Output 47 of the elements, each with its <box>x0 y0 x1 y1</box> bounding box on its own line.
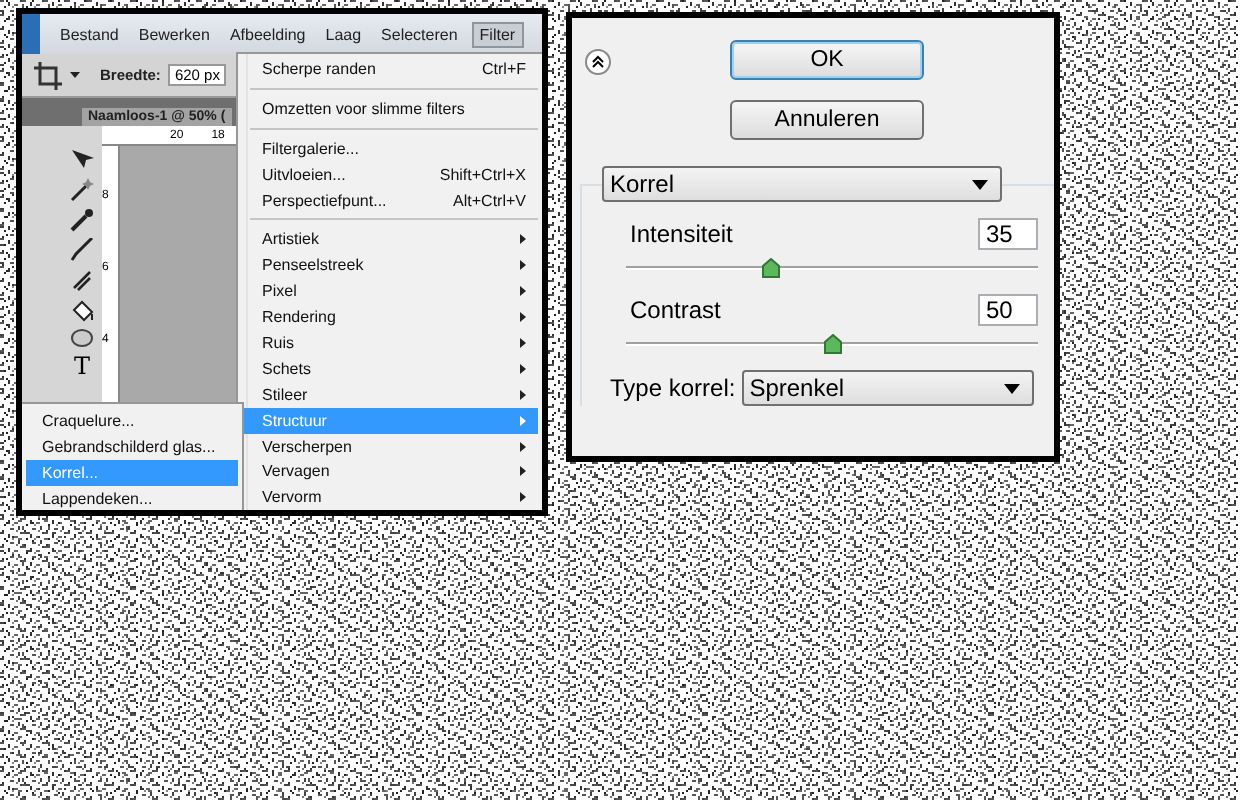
slider-label: Contrast <box>630 296 721 324</box>
caret-icon[interactable] <box>70 72 80 78</box>
menu-item[interactable]: Filter <box>471 21 524 47</box>
slider-thumb[interactable] <box>824 334 842 354</box>
menu-item[interactable]: Bewerken <box>132 23 216 45</box>
dropdown-arrow-icon <box>1003 383 1020 393</box>
menu-item[interactable]: Craquelure... <box>26 408 238 434</box>
collapse-icon[interactable] <box>584 48 612 76</box>
menu-item[interactable]: Rendering <box>242 304 538 331</box>
paint-bucket-icon[interactable] <box>70 298 94 322</box>
grain-type-dropdown[interactable]: Sprenkel <box>741 370 1034 406</box>
ok-button[interactable]: OK <box>730 40 924 80</box>
menu-item[interactable]: Stileer <box>242 381 538 408</box>
crop-tool-icon[interactable] <box>34 61 62 89</box>
menu-item[interactable]: Schets <box>242 355 538 382</box>
cancel-button[interactable]: Annuleren <box>730 100 924 140</box>
blob-tool-icon[interactable] <box>70 328 94 348</box>
value-field[interactable]: 50 <box>978 294 1038 326</box>
menu-item[interactable]: Verscherpen <box>242 433 538 459</box>
menu-item[interactable]: Omzetten voor slimme filters <box>242 95 538 122</box>
menu-item[interactable]: Ruis <box>242 330 538 356</box>
menu-item[interactable]: Filtergalerie... <box>242 135 538 162</box>
menu-item[interactable]: Selecteren <box>375 23 464 45</box>
menu-item[interactable]: Gebrandschilderd glas... <box>26 434 238 460</box>
eyedropper-icon[interactable] <box>70 208 94 232</box>
menu-item[interactable]: Bestand <box>54 23 125 45</box>
slider-label: Intensiteit <box>630 220 733 248</box>
dropdown-arrow-icon <box>972 179 988 189</box>
slider-thumb[interactable] <box>762 258 781 278</box>
magic-wand-icon[interactable] <box>70 178 94 202</box>
menu-item[interactable]: Perspectiefpunt... Alt+Ctrl+V <box>242 187 538 213</box>
filter-dropdown[interactable]: Korrel <box>602 166 1002 202</box>
move-tool-icon[interactable] <box>70 148 94 172</box>
menu-item[interactable]: Vervagen <box>242 458 538 485</box>
menu-item[interactable]: Artistiek <box>242 226 538 253</box>
menu-item[interactable]: Afbeelding <box>223 23 312 45</box>
text-tool[interactable]: T <box>73 354 90 380</box>
menu-item[interactable]: Uitvloeien... Shift+Ctrl+X <box>242 161 538 188</box>
menu-item[interactable]: Lappendeken... <box>26 486 238 510</box>
menu-item[interactable]: Pixel <box>242 278 538 305</box>
menu-item[interactable]: Scherpe randen Ctrl+F <box>242 56 538 82</box>
brush-icon[interactable] <box>70 238 94 262</box>
menu-item[interactable]: Vervorm <box>242 484 538 510</box>
grain-type-label: Type korrel: <box>610 374 736 402</box>
value-field[interactable]: 35 <box>978 218 1038 250</box>
menu-item[interactable]: Laag <box>319 23 368 45</box>
menu-item[interactable]: Penseelstreek <box>242 252 538 279</box>
